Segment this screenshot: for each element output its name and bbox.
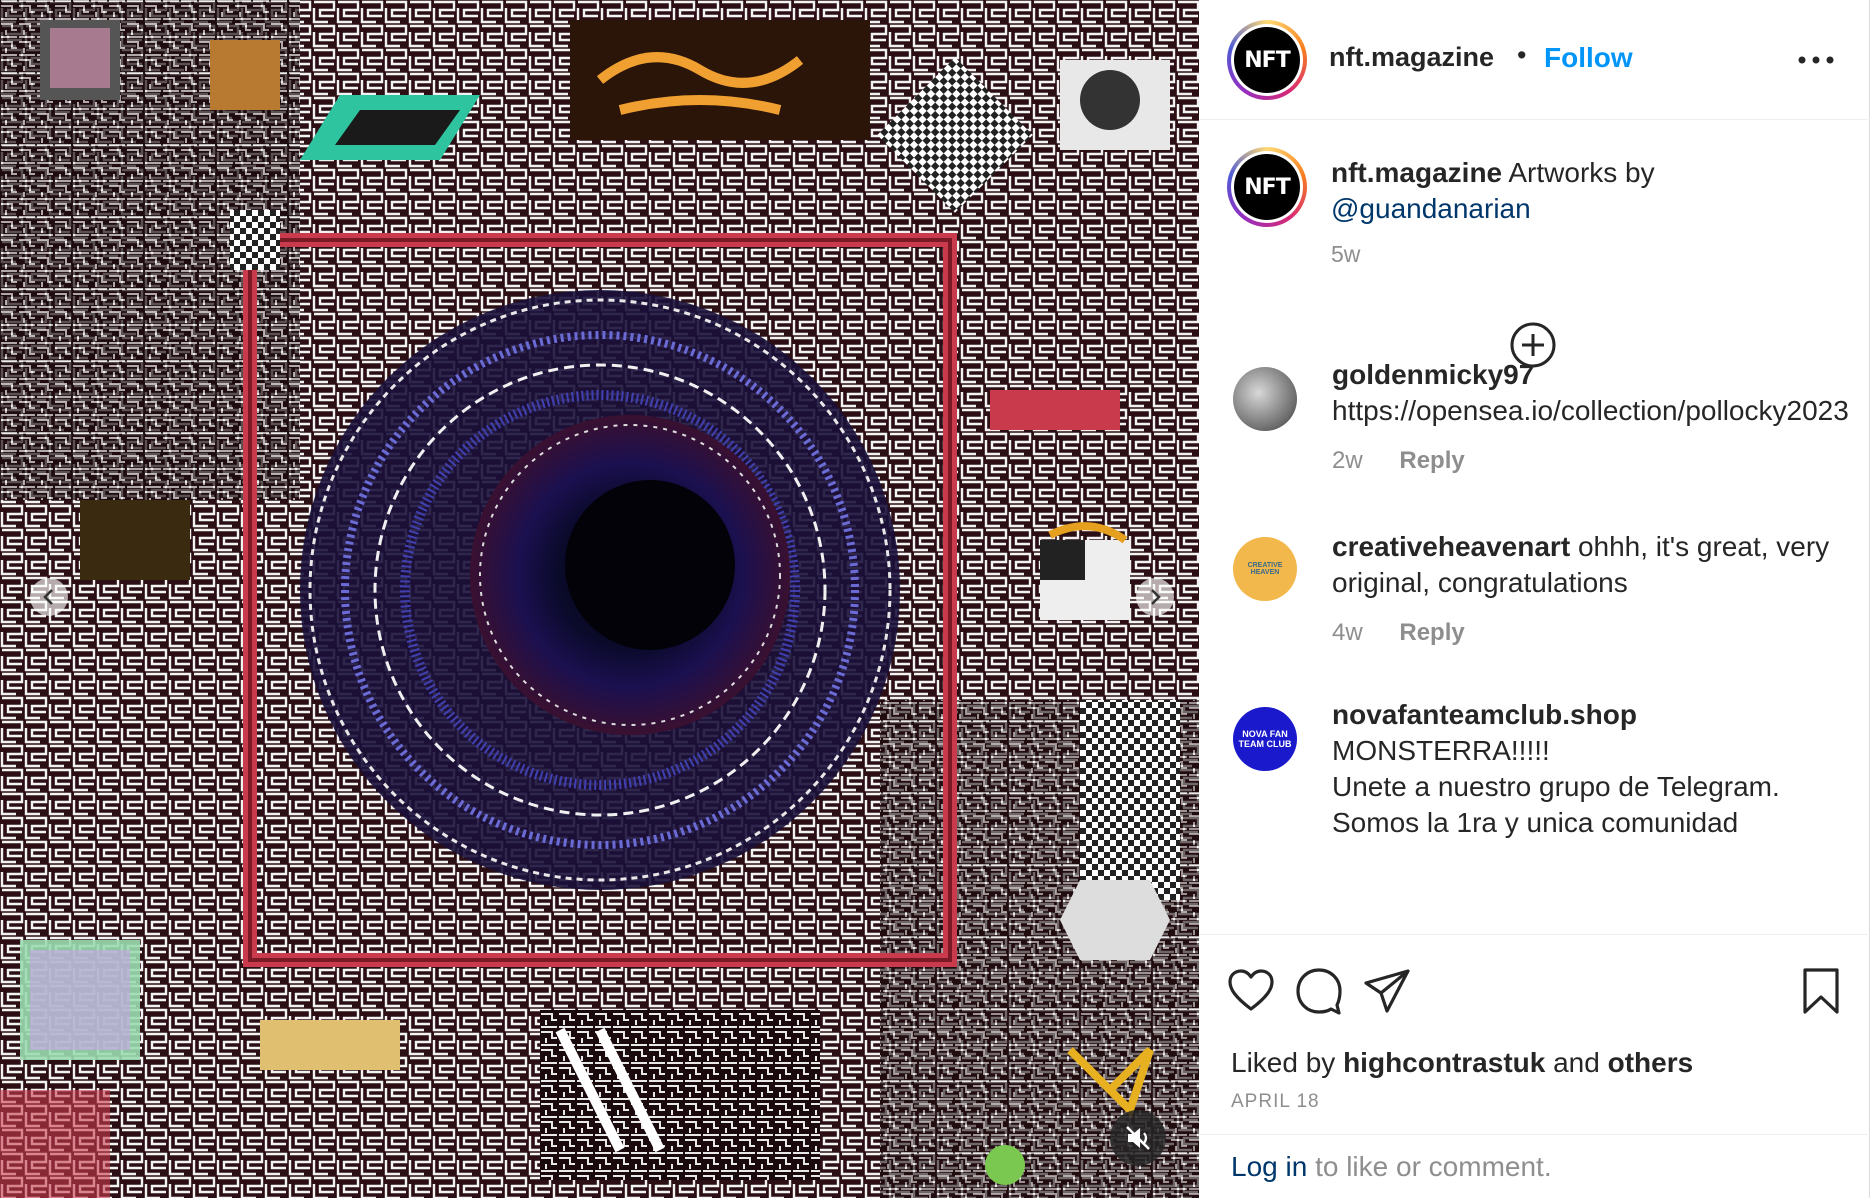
post-header: NFT nft.magazine • Follow	[1199, 0, 1870, 120]
muted-speaker-icon	[1126, 1126, 1150, 1150]
reply-button[interactable]: Reply	[1399, 447, 1464, 474]
comment-icon[interactable]	[1293, 965, 1345, 1017]
liked-by-user[interactable]: highcontrastuk	[1343, 1047, 1545, 1078]
caption-avatar-logo: NFT	[1234, 154, 1300, 220]
more-options-icon[interactable]	[1794, 45, 1838, 75]
follow-button[interactable]: Follow	[1544, 42, 1633, 74]
login-prompt: Log in to like or comment.	[1199, 1134, 1870, 1198]
commenter-avatar[interactable]: NOVA FAN TEAM CLUB	[1233, 707, 1297, 771]
caption-timestamp[interactable]: 5w	[1331, 241, 1360, 268]
caption-body: Artworks by	[1508, 157, 1655, 188]
commenter-username[interactable]: goldenmicky97	[1332, 357, 1852, 393]
author-avatar-logo: NFT	[1234, 27, 1300, 93]
comment-text: https://opensea.io/collection/pollocky20…	[1332, 395, 1849, 426]
comment-meta: 2w Reply	[1332, 443, 1852, 479]
mute-toggle-button[interactable]	[1110, 1110, 1166, 1166]
comment-timestamp[interactable]: 4w	[1332, 619, 1363, 646]
next-media-button[interactable]	[1136, 578, 1174, 616]
separator-dot: •	[1517, 40, 1527, 70]
commenter-username[interactable]: creativeheavenart	[1332, 531, 1570, 562]
liked-by-and: and	[1553, 1047, 1600, 1078]
heart-icon[interactable]	[1225, 965, 1277, 1017]
post-actions: Liked by highcontrastuk and others APRIL…	[1199, 934, 1870, 1134]
login-rest: to like or comment.	[1315, 1151, 1552, 1182]
author-avatar[interactable]: NFT	[1227, 20, 1307, 100]
comment-text-line-3: Somos la 1ra y unica comunidad	[1332, 807, 1739, 838]
comment-text-line-2: Unete a nuestro grupo de Telegram.	[1332, 771, 1780, 802]
commenter-avatar-logo: NOVA FAN TEAM CLUB	[1238, 729, 1292, 749]
post-media[interactable]	[0, 0, 1199, 1198]
bookmark-icon[interactable]	[1795, 965, 1847, 1017]
likes-summary: Liked by highcontrastuk and others	[1231, 1047, 1693, 1079]
author-username[interactable]: nft.magazine	[1329, 42, 1494, 73]
caption-text: nft.magazine Artworks by @guandanarian	[1331, 155, 1841, 227]
reply-button[interactable]: Reply	[1399, 619, 1464, 646]
caption-author-avatar[interactable]: NFT	[1227, 147, 1307, 227]
caption-mention[interactable]: @guandanarian	[1331, 193, 1531, 224]
share-icon[interactable]	[1361, 965, 1413, 1017]
post-details-panel: NFT nft.magazine • Follow NFT nft.magazi…	[1199, 0, 1870, 1198]
comments-scroll-area[interactable]: NFT nft.magazine Artworks by @guandanari…	[1199, 121, 1870, 932]
chevron-right-icon	[1151, 589, 1161, 605]
artwork-image	[0, 0, 1199, 1198]
commenter-username[interactable]: novafanteamclub.shop	[1332, 697, 1852, 733]
commenter-avatar-logo: CREATIVE HEAVEN	[1247, 562, 1283, 576]
post-date[interactable]: APRIL 18	[1231, 1091, 1320, 1113]
liked-by-prefix: Liked by	[1231, 1047, 1336, 1078]
previous-media-button[interactable]	[30, 578, 68, 616]
comment-timestamp[interactable]: 2w	[1332, 447, 1363, 474]
caption-username[interactable]: nft.magazine	[1331, 157, 1502, 188]
liked-by-others[interactable]: others	[1608, 1047, 1694, 1078]
chevron-left-icon	[43, 589, 53, 605]
login-text: Log in to like or comment.	[1231, 1151, 1552, 1183]
commenter-avatar[interactable]	[1233, 367, 1297, 431]
comment-meta: 4w Reply	[1332, 615, 1852, 651]
commenter-avatar[interactable]: CREATIVE HEAVEN	[1233, 537, 1297, 601]
comment-text-line-1: MONSTERRA!!!!!	[1332, 735, 1550, 766]
login-link[interactable]: Log in	[1231, 1151, 1307, 1182]
